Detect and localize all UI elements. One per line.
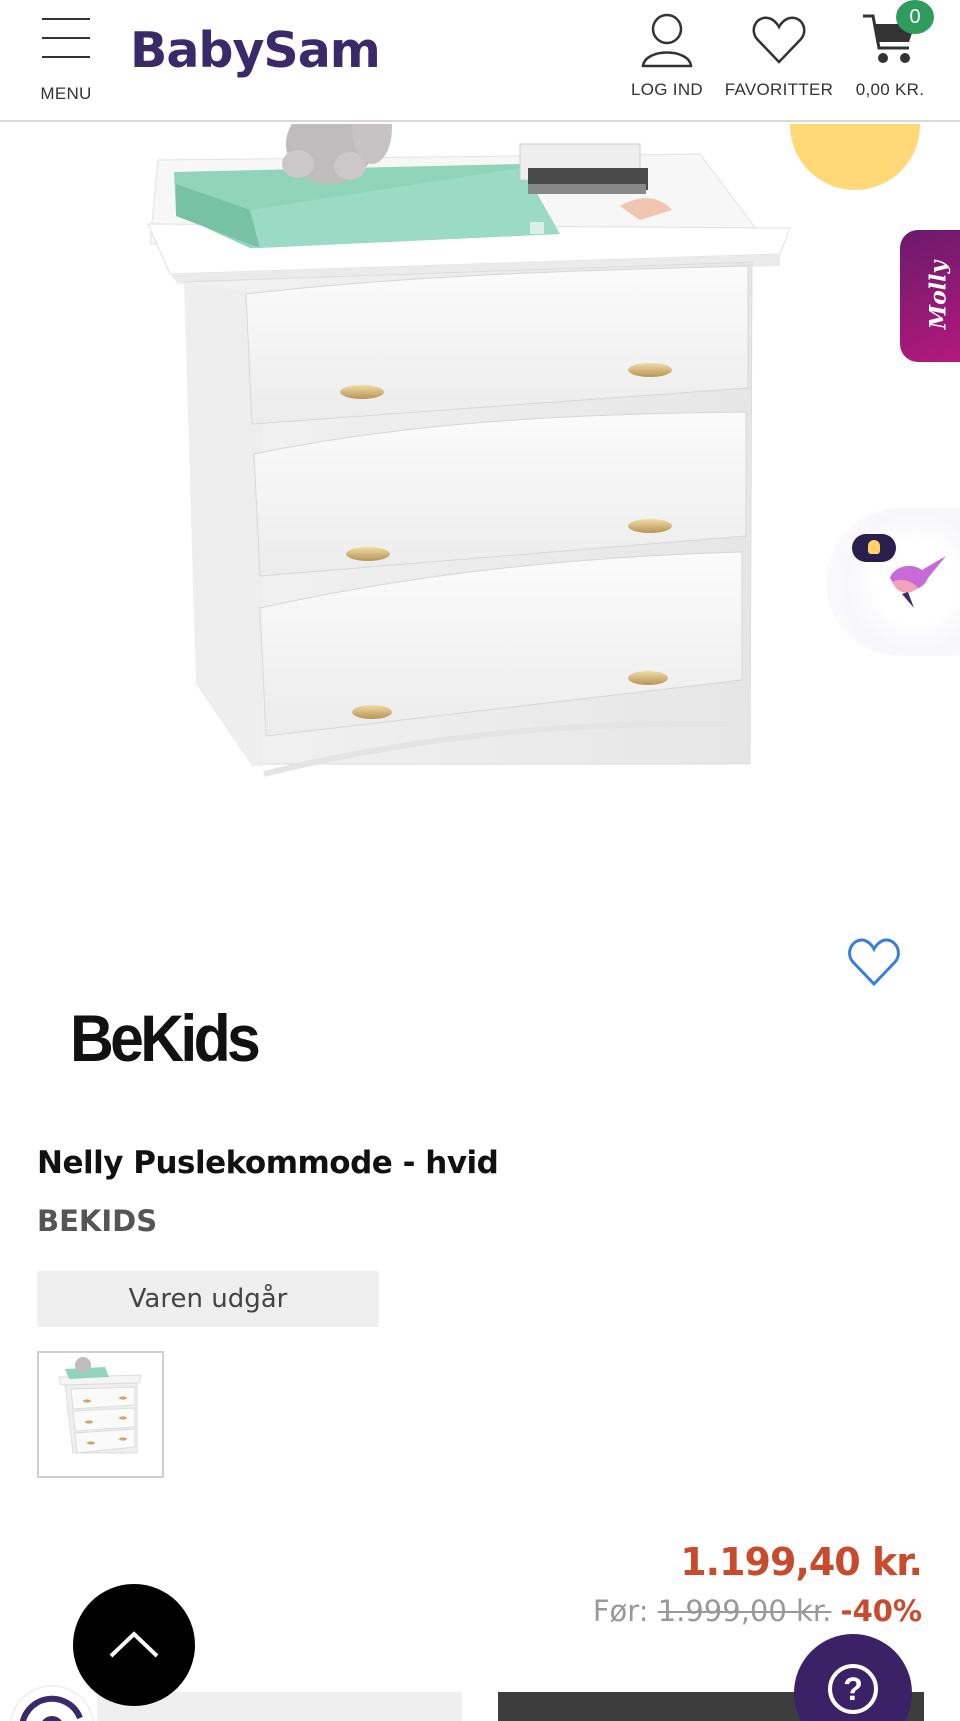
molly-label: Molly [925,260,952,330]
login-button[interactable]: LOG IND [622,12,712,102]
brand-logo[interactable]: BeKids [70,1000,261,1076]
heart-icon [752,16,806,64]
hamburger-icon [42,18,90,75]
menu-label: MENU [40,84,92,103]
molly-chat-tab[interactable]: Molly [900,230,960,362]
current-price: 1.199,40 kr. [680,1540,923,1584]
product-status-badge: Varen udgår [37,1271,379,1327]
product-main-image[interactable]: Molly [0,124,960,844]
discount-badge: -40% [840,1594,922,1628]
accessibility-icon[interactable] [0,1668,100,1721]
before-price-label: Før: [592,1594,649,1628]
cart-count-badge: 0 [896,0,934,34]
previous-price-row: Før: 1.999,00 kr. -40% [593,1594,922,1628]
product-thumbnail[interactable] [37,1351,164,1478]
product-brand[interactable]: BEKIDS [37,1204,157,1238]
question-icon: ? [828,1664,878,1714]
changing-dresser-illustration [147,124,791,777]
hummingbird-icon [890,556,946,608]
previous-price: 1.999,00 kr. [657,1594,832,1628]
product-title: Nelly Puslekommode - hvid [37,1145,499,1181]
site-logo[interactable]: BabySam [130,22,381,79]
login-label: LOG IND [630,80,703,99]
site-header: MENU BabySam LOG IND FAVORITTER 0,00 KR.… [0,0,960,122]
add-to-favorites-heart-icon[interactable] [846,936,902,988]
menu-button[interactable]: MENU [24,16,108,103]
favorites-button[interactable]: FAVORITTER [720,12,838,102]
thumbnail-dresser-image [58,1357,142,1454]
help-button[interactable]: ? [794,1634,912,1721]
user-icon [641,13,693,68]
cart-total: 0,00 KR. [855,80,925,99]
favorites-label: FAVORITTER [724,80,834,99]
